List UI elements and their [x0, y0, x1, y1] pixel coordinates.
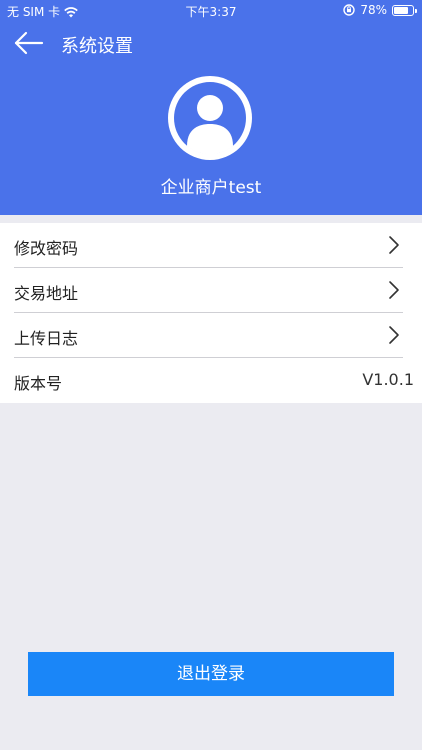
menu-item-version: 版本号 V1.0.1 [0, 358, 422, 403]
menu-item-change-password[interactable]: 修改密码 [0, 223, 422, 268]
lock-rotation-icon [343, 4, 356, 16]
page-title: 系统设置 [61, 36, 133, 57]
logout-button[interactable]: 退出登录 [28, 652, 394, 696]
chevron-right-icon [389, 326, 399, 344]
nav-bar: 系统设置 [0, 22, 422, 66]
user-avatar-icon [168, 76, 252, 160]
menu-item-label: 交易地址 [14, 284, 79, 303]
menu-item-label: 修改密码 [14, 239, 79, 258]
menu-item-label: 上传日志 [14, 329, 79, 348]
settings-menu: 修改密码 交易地址 上传日志 版本号 V1.0.1 [0, 223, 422, 403]
chevron-right-icon [389, 236, 399, 254]
back-arrow-icon[interactable] [14, 31, 46, 55]
status-bar: 无 SIM 卡 下午3:37 78% [0, 0, 422, 22]
version-label: 版本号 [14, 374, 63, 393]
menu-item-upload-log[interactable]: 上传日志 [0, 313, 422, 358]
battery-icon [392, 4, 417, 16]
battery-fill [394, 6, 409, 14]
status-right: 78% [343, 3, 417, 17]
user-name: 企业商户test [160, 178, 262, 198]
version-value: V1.0.1 [362, 370, 414, 389]
chevron-right-icon [389, 281, 399, 299]
battery-percent: 78% [360, 3, 387, 17]
menu-item-trade-address[interactable]: 交易地址 [0, 268, 422, 313]
header: 无 SIM 卡 下午3:37 78% 系统设置 企业商户test [0, 0, 422, 215]
